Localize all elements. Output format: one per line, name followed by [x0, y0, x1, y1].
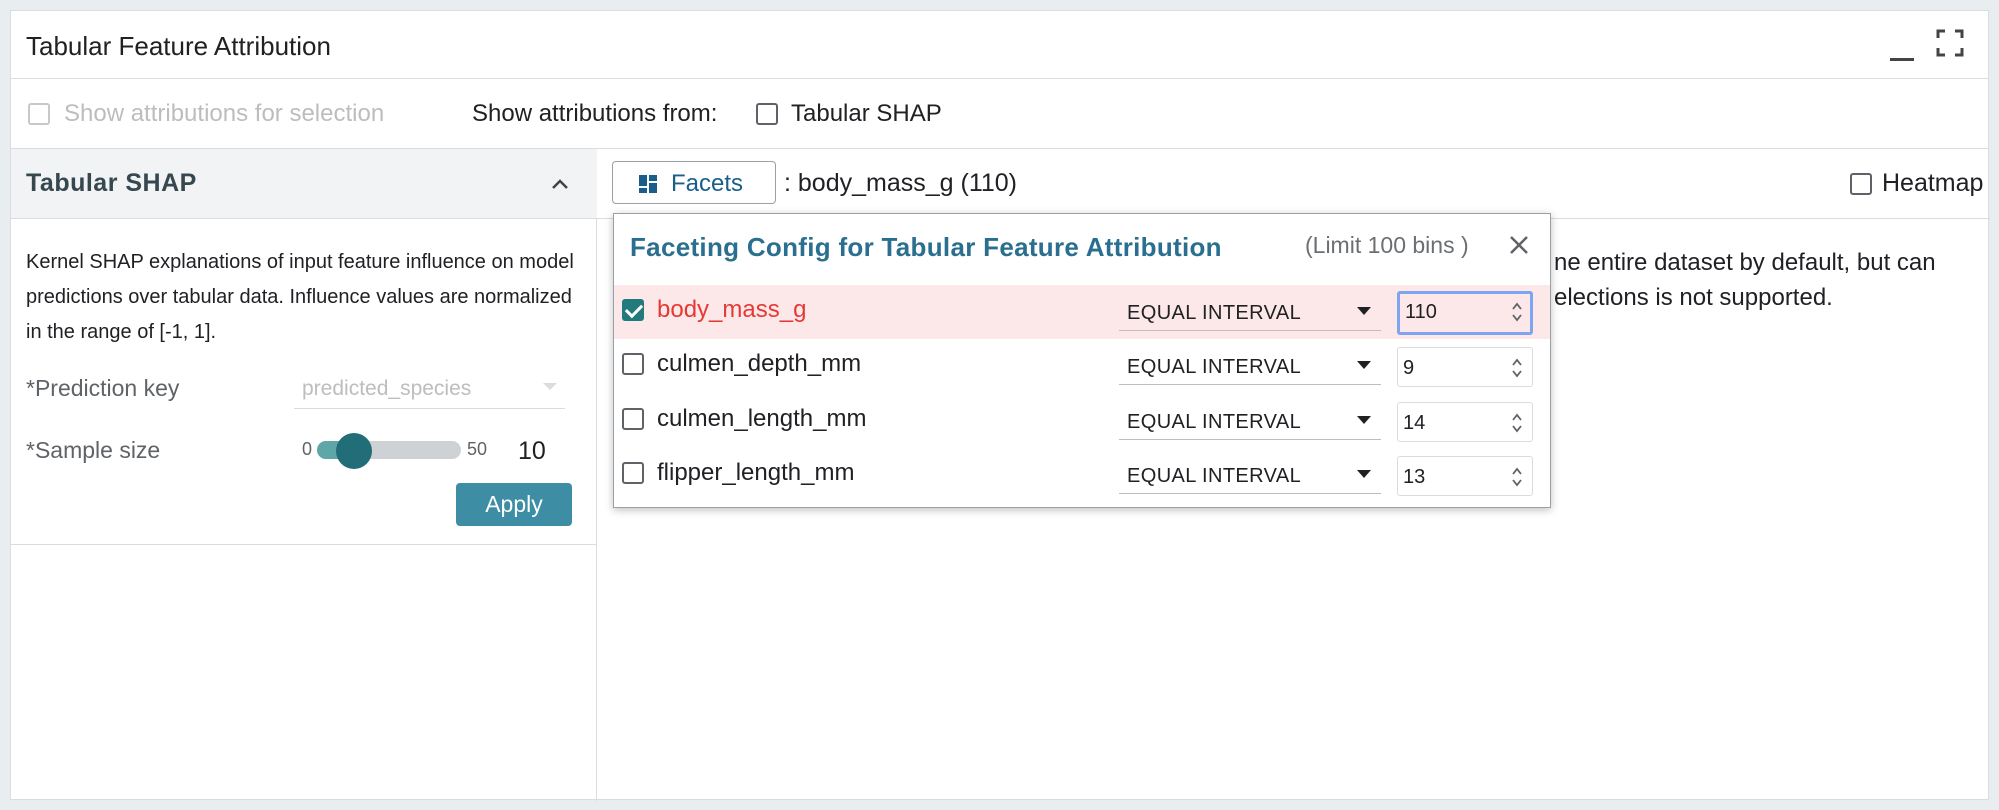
binning-method-value: EQUAL INTERVAL [1127, 302, 1302, 324]
facet-feature-label: culmen_depth_mm [657, 350, 862, 377]
show-from-label: Show attributions from: [472, 100, 718, 127]
stepper-icon[interactable] [1510, 300, 1524, 324]
section-title: Tabular SHAP [26, 169, 197, 197]
section-header[interactable]: Tabular SHAP [11, 149, 597, 219]
minimize-icon[interactable] [1889, 35, 1915, 61]
binning-method-value: EQUAL INTERVAL [1127, 465, 1302, 487]
facet-row-checkbox[interactable] [622, 299, 644, 321]
sample-size-slider-thumb[interactable] [336, 433, 372, 469]
bin-count-value: 13 [1403, 466, 1426, 488]
stepper-icon[interactable] [1510, 465, 1524, 489]
facet-row-checkbox[interactable] [622, 353, 644, 375]
binning-method-value: EQUAL INTERVAL [1127, 356, 1302, 378]
chevron-up-icon[interactable] [551, 175, 569, 193]
method-description: Kernel SHAP explanations of input featur… [26, 251, 574, 343]
sidebar: Tabular SHAP Kernel SHAP explanations of… [11, 149, 597, 801]
facet-row: culmen_depth_mm EQUAL INTERVAL 9 [614, 339, 1550, 393]
apply-button[interactable]: Apply [456, 483, 572, 526]
binning-method-select[interactable]: EQUAL INTERVAL [1119, 456, 1381, 494]
attribution-toolbar: Show attributions for selection Show att… [11, 79, 1988, 149]
bin-count-input[interactable]: 110 [1397, 291, 1533, 335]
binning-method-select[interactable]: EQUAL INTERVAL [1119, 293, 1381, 331]
close-icon[interactable] [1508, 234, 1530, 256]
bin-count-value: 9 [1403, 357, 1415, 379]
facets-button[interactable]: Facets [612, 161, 776, 204]
info-message-line-1: ne entire dataset by default, but can [1554, 249, 1936, 276]
show-selection-checkbox[interactable] [28, 103, 50, 125]
show-selection-label: Show attributions for selection [64, 100, 385, 127]
facet-row-checkbox[interactable] [622, 408, 644, 430]
faceting-config-popup: Faceting Config for Tabular Feature Attr… [613, 213, 1551, 508]
main-toolbar: Facets : body_mass_g (110) Heatmap [597, 149, 1990, 219]
tabular-shap-checkbox[interactable] [756, 103, 778, 125]
stepper-icon[interactable] [1510, 356, 1524, 380]
caret-down-icon [1357, 361, 1371, 369]
bin-limit-note: (Limit 100 bins ) [1305, 232, 1469, 258]
sample-size-label: *Sample size [26, 437, 161, 463]
caret-down-icon [1357, 307, 1371, 315]
info-message-line-2: elections is not supported. [1554, 284, 1833, 311]
panel-header: Tabular Feature Attribution [11, 11, 1988, 79]
heatmap-label: Heatmap [1882, 169, 1984, 197]
tabular-shap-option-label: Tabular SHAP [791, 100, 942, 127]
facets-button-label: Facets [671, 170, 744, 197]
prediction-key-value: predicted_species [302, 377, 472, 400]
prediction-key-label: *Prediction key [26, 375, 180, 401]
facet-feature-label: culmen_length_mm [657, 405, 867, 432]
facet-row: body_mass_g EQUAL INTERVAL 110 [614, 285, 1550, 339]
binning-method-value: EQUAL INTERVAL [1127, 411, 1302, 433]
caret-down-icon [1357, 416, 1371, 424]
facet-row: culmen_length_mm EQUAL INTERVAL 14 [614, 394, 1550, 448]
bin-count-value: 14 [1403, 412, 1426, 434]
bin-count-input[interactable]: 13 [1397, 456, 1533, 496]
slider-min-label: 0 [302, 439, 313, 459]
stepper-icon[interactable] [1510, 411, 1524, 435]
popup-title: Faceting Config for Tabular Feature Attr… [630, 232, 1222, 262]
prediction-key-select[interactable]: predicted_species [294, 367, 565, 409]
facet-feature-label: flipper_length_mm [657, 459, 855, 486]
fullscreen-icon[interactable] [1936, 29, 1964, 57]
bin-count-input[interactable]: 14 [1397, 402, 1533, 442]
divider [11, 544, 597, 545]
slider-max-label: 50 [467, 439, 488, 459]
facet-row: flipper_length_mm EQUAL INTERVAL 13 [614, 448, 1550, 502]
caret-down-icon [1357, 470, 1371, 478]
panel-title: Tabular Feature Attribution [26, 31, 331, 61]
binning-method-select[interactable]: EQUAL INTERVAL [1119, 347, 1381, 385]
heatmap-checkbox[interactable] [1850, 173, 1872, 195]
facet-feature-label: body_mass_g [657, 296, 807, 323]
caret-down-icon [543, 383, 557, 390]
bin-count-input[interactable]: 9 [1397, 347, 1533, 387]
facet-row-checkbox[interactable] [622, 462, 644, 484]
binning-method-select[interactable]: EQUAL INTERVAL [1119, 402, 1381, 440]
bin-count-value: 110 [1405, 301, 1437, 323]
grid-icon [639, 175, 657, 193]
info-message: ne entire dataset by default, but can el… [1554, 245, 1936, 315]
facet-summary: : body_mass_g (110) [784, 169, 1017, 197]
sample-size-value: 10 [518, 437, 546, 465]
